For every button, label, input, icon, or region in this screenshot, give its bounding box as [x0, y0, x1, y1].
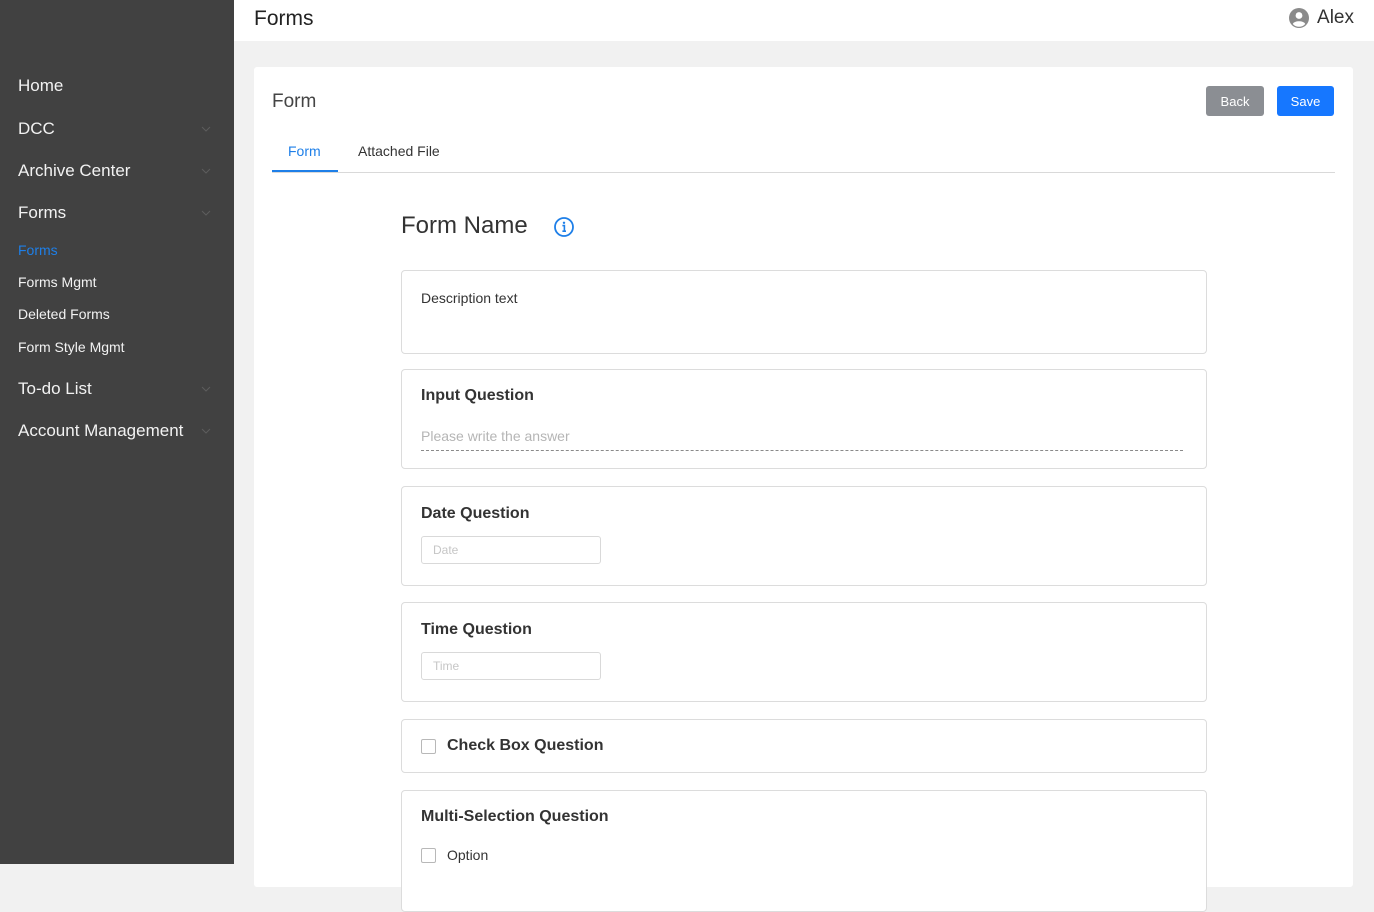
- option-label: Option: [447, 847, 489, 863]
- checkbox-question-card: Check Box Question: [401, 719, 1207, 773]
- sidebar-subitem-forms[interactable]: Forms: [0, 237, 234, 263]
- user-name: Alex: [1317, 7, 1354, 28]
- info-circle-icon[interactable]: [553, 216, 575, 238]
- description-text: Description text: [421, 290, 518, 306]
- sidebar-item-label: Archive Center: [18, 161, 131, 180]
- sidebar-item-label: To-do List: [18, 379, 92, 398]
- user-circle-icon: [1289, 8, 1310, 28]
- card-title: Form: [272, 91, 317, 112]
- sidebar-subitem-label: Forms: [18, 242, 58, 258]
- chevron-down-icon: [201, 428, 211, 434]
- back-button[interactable]: Back: [1206, 86, 1264, 116]
- tab-bar: Form Attached File: [272, 140, 1335, 173]
- question-title: Multi-Selection Question: [421, 808, 609, 825]
- chevron-down-icon: [201, 210, 211, 216]
- chevron-down-icon: [201, 126, 211, 132]
- multi-selection-question-card: Multi-Selection Question Option: [401, 790, 1207, 912]
- input-question-card: Input Question: [401, 369, 1207, 469]
- option-checkbox[interactable]: [421, 848, 436, 863]
- sidebar-item-label: Account Management: [18, 421, 184, 440]
- sidebar-item-forms[interactable]: Forms: [0, 195, 234, 231]
- question-title: Time Question: [421, 621, 532, 638]
- top-bar: Forms Alex: [234, 0, 1374, 41]
- sidebar-subitem-form-style-mgmt[interactable]: Form Style Mgmt: [0, 334, 234, 360]
- sidebar-subitem-label: Deleted Forms: [18, 306, 110, 322]
- question-title: Date Question: [421, 505, 530, 522]
- form-name: Form Name: [401, 212, 528, 239]
- sidebar-item-label: Home: [18, 76, 64, 95]
- answer-input[interactable]: [421, 422, 1183, 451]
- time-input[interactable]: [421, 652, 601, 680]
- question-title: Check Box Question: [447, 737, 604, 754]
- save-button[interactable]: Save: [1277, 86, 1334, 116]
- sidebar-item-home[interactable]: Home: [0, 68, 234, 104]
- tab-attached-file[interactable]: Attached File: [358, 143, 440, 159]
- sidebar-subitem-deleted-forms[interactable]: Deleted Forms: [0, 301, 234, 327]
- sidebar-item-account-management[interactable]: Account Management: [0, 413, 234, 449]
- sidebar-item-label: Forms: [18, 203, 67, 222]
- sidebar-item-label: DCC: [18, 119, 55, 138]
- sidebar-item-dcc[interactable]: DCC: [0, 111, 234, 147]
- tab-form[interactable]: Form: [288, 143, 321, 159]
- sidebar-subitem-forms-mgmt[interactable]: Forms Mgmt: [0, 269, 234, 295]
- form-card: Form Back Save Form Attached File Form N…: [254, 67, 1353, 912]
- active-tab-indicator: [272, 170, 338, 172]
- sidebar-subitem-label: Forms Mgmt: [18, 274, 97, 290]
- sidebar-item-archive-center[interactable]: Archive Center: [0, 153, 234, 189]
- question-title: Input Question: [421, 387, 534, 404]
- question-checkbox[interactable]: [421, 739, 436, 754]
- sidebar: Home DCC Archive Center Forms Forms Form…: [0, 0, 234, 864]
- time-question-card: Time Question: [401, 602, 1207, 702]
- date-input[interactable]: [421, 536, 601, 564]
- page-title: Forms: [254, 7, 314, 30]
- chevron-down-icon: [201, 168, 211, 174]
- date-question-card: Date Question: [401, 486, 1207, 586]
- chevron-down-icon: [201, 386, 211, 392]
- description-box: Description text: [401, 270, 1207, 354]
- sidebar-subitem-label: Form Style Mgmt: [18, 339, 125, 355]
- user-menu[interactable]: Alex: [1289, 7, 1354, 29]
- sidebar-item-todo-list[interactable]: To-do List: [0, 371, 234, 407]
